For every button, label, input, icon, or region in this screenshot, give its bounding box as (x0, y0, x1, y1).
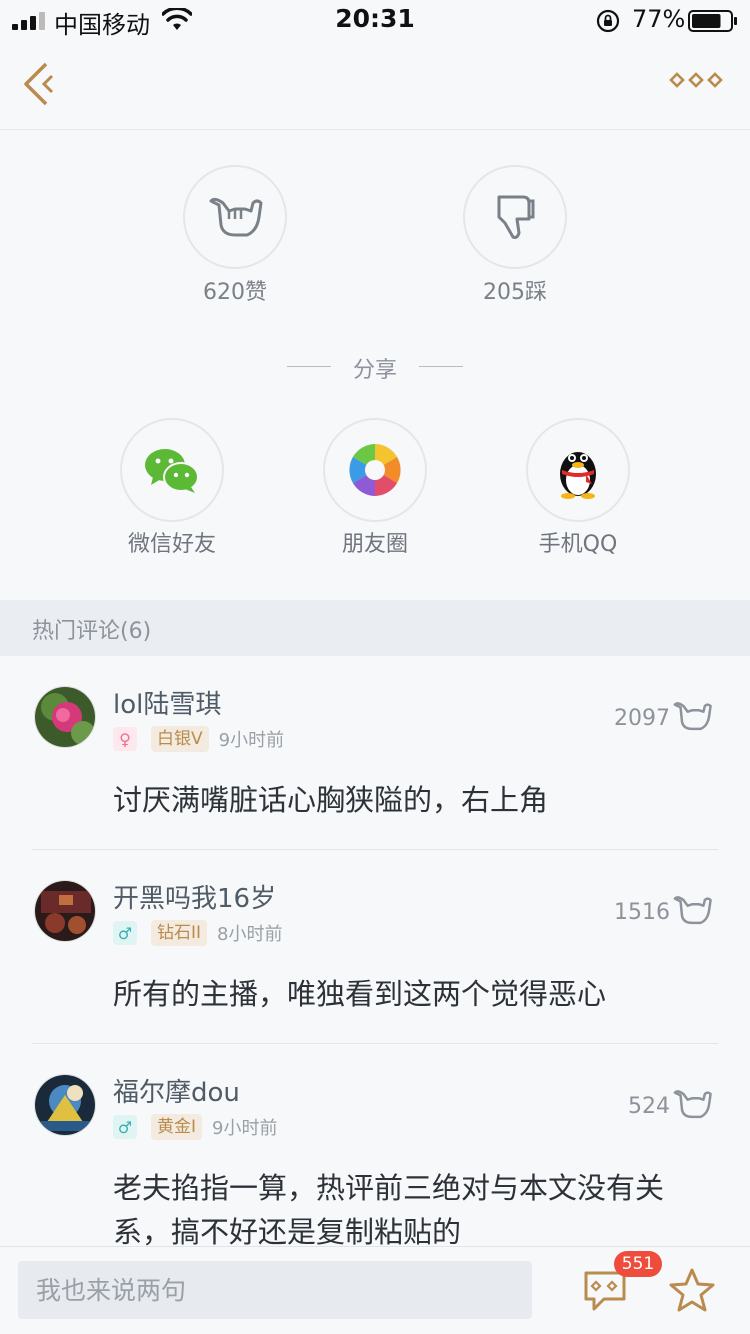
comment-meta: ♀ 白银V 9小时前 (113, 726, 284, 752)
share-qq-button[interactable] (526, 418, 630, 522)
wechat-icon (145, 449, 199, 493)
nav-bar (0, 40, 750, 130)
comment-item: 福尔摩dou ♂ 黄金I 9小时前 524 老夫掐指一算，热评前三绝对与本文没有… (0, 1044, 750, 1246)
hot-comments-title: 热门评论(6) (32, 619, 152, 644)
username[interactable]: 开黑吗我16岁 (113, 878, 276, 915)
comment-text: 所有的主播，唯独看到这两个觉得恶心 (113, 977, 607, 1011)
male-icon: ♂ (113, 1115, 137, 1139)
comment-meta: ♂ 黄金I 9小时前 (113, 1114, 277, 1140)
comment-like-count: 1516 (614, 900, 670, 925)
dislike-count: 205踩 (483, 280, 547, 305)
username[interactable]: lol陆雪琪 (113, 684, 221, 721)
comment-meta: ♂ 钻石II 8小时前 (113, 920, 282, 946)
share-qq-label: 手机QQ (538, 532, 618, 557)
bottom-bar: 551 (0, 1246, 750, 1334)
comment-input[interactable] (18, 1261, 532, 1319)
comment-count-badge: 551 (614, 1251, 662, 1277)
like-button[interactable] (183, 165, 287, 269)
comment-item: 开黑吗我16岁 ♂ 钻石II 8小时前 1516 所有的主播，唯独看到这两个觉得… (0, 850, 750, 1044)
hot-comments-header: 热门评论(6) (0, 600, 750, 656)
like-count: 620赞 (203, 280, 267, 305)
battery-icon (688, 10, 737, 32)
comment-text: 讨厌满嘴脏话心胸狭隘的，右上角 (113, 783, 549, 817)
comment-text: 老夫掐指一算，热评前三绝对与本文没有关系，搞不好还是复制粘贴的 (113, 1171, 665, 1246)
avatar[interactable] (34, 686, 96, 748)
level-badge: 黄金I (151, 1114, 203, 1140)
female-icon: ♀ (113, 727, 137, 751)
thumbs-down-icon (497, 195, 535, 239)
dislike-button[interactable] (463, 165, 567, 269)
qq-penguin-icon (560, 452, 596, 499)
comment-like-count: 524 (628, 1094, 670, 1119)
share-moments-label: 朋友圈 (341, 532, 408, 557)
share-moments-button[interactable] (323, 418, 427, 522)
male-icon: ♂ (113, 921, 137, 945)
divider (419, 366, 463, 367)
level-badge: 白银V (151, 726, 209, 752)
share-wechat-button[interactable] (120, 418, 224, 522)
battery-percent: 77% (632, 5, 686, 33)
more-button[interactable] (668, 66, 724, 94)
shaka-hand-icon[interactable] (672, 894, 712, 926)
rotation-lock-icon (596, 9, 620, 33)
status-bar: 中国移动 20:31 77% (0, 0, 750, 40)
level-badge: 钻石II (151, 920, 208, 946)
avatar[interactable] (34, 1074, 96, 1136)
comment-list: lol陆雪琪 ♀ 白银V 9小时前 2097 讨厌满嘴脏话心胸狭隘的，右上角 开… (0, 656, 750, 1246)
avatar[interactable] (34, 880, 96, 942)
comment-like-count: 2097 (614, 706, 670, 731)
comment-item: lol陆雪琪 ♀ 白银V 9小时前 2097 讨厌满嘴脏话心胸狭隘的，右上角 (0, 656, 750, 850)
comment-time: 9小时前 (212, 1118, 278, 1139)
moments-icon (349, 444, 401, 496)
shaka-hand-icon[interactable] (672, 1088, 712, 1120)
share-title: 分享 (352, 358, 397, 383)
star-icon[interactable] (668, 1267, 716, 1313)
comment-time: 8小时前 (217, 924, 283, 945)
comment-time: 9小时前 (218, 730, 285, 751)
shaka-hand-icon[interactable] (672, 700, 712, 732)
share-wechat-label: 微信好友 (127, 532, 216, 557)
back-button[interactable] (16, 56, 66, 112)
shaka-hand-icon (209, 197, 263, 237)
username[interactable]: 福尔摩dou (113, 1072, 240, 1109)
